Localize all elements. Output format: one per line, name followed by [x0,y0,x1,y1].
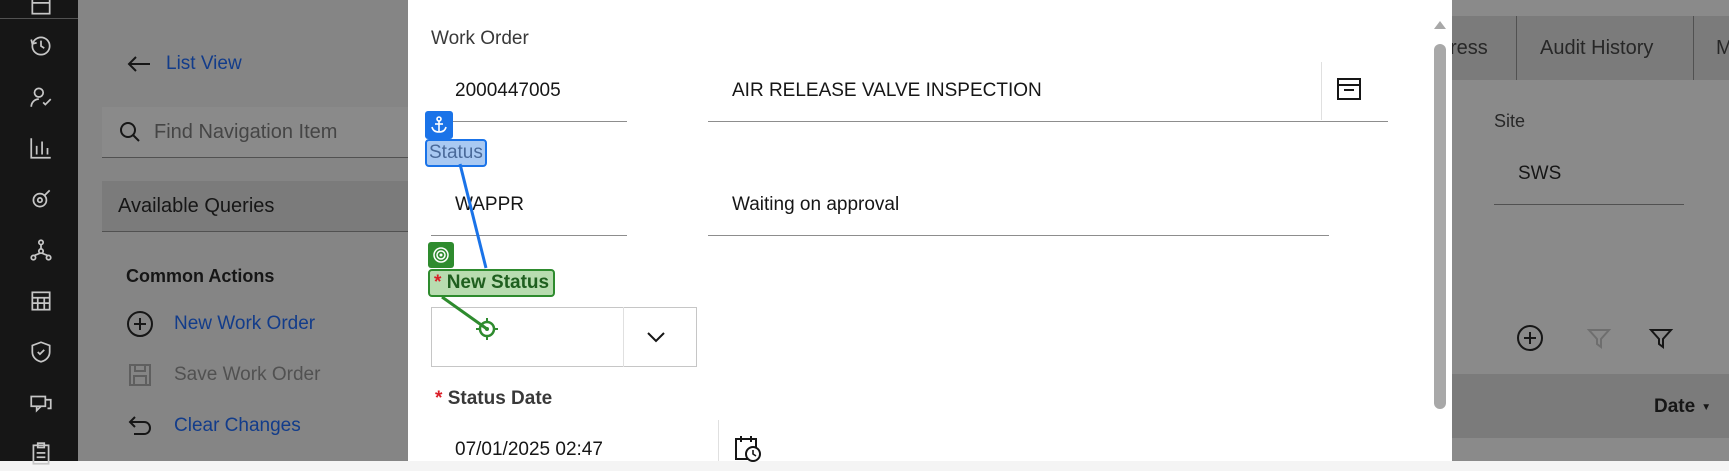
change-status-dialog: Work Order 2000447005 AIR RELEASE VALVE … [408,0,1452,464]
calendar-clock-icon[interactable] [733,434,763,464]
dialog-scrollbar[interactable] [1428,0,1452,461]
network-icon[interactable] [24,233,58,267]
chevron-up-icon[interactable] [1433,20,1447,30]
work-order-description-underline [708,121,1388,122]
chevron-down-icon[interactable] [644,325,668,349]
modal-overlay-right [1452,0,1729,461]
status-date-label: * Status Date [435,388,553,409]
rail-divider [0,18,78,19]
work-order-description: AIR RELEASE VALVE INSPECTION [732,80,1042,101]
bar-chart-icon[interactable] [24,131,58,165]
left-icon-rail [0,0,78,465]
scrollbar-thumb[interactable] [1434,44,1446,409]
date-divider [718,420,719,461]
history-icon[interactable] [24,29,58,63]
status-description: Waiting on approval [732,194,900,215]
person-check-icon[interactable] [24,80,58,114]
status-description-underline [708,235,1329,236]
status-date-input[interactable]: 07/01/2025 02:47 [455,439,603,461]
shield-check-icon[interactable] [24,335,58,369]
grid-calendar-icon[interactable] [24,284,58,318]
clipboard-icon[interactable] [24,437,58,471]
annotation-connectors [441,163,498,340]
select-divider [623,307,624,367]
archive-icon[interactable] [1335,75,1363,103]
chat-icon[interactable] [24,386,58,420]
field-divider [1321,62,1322,120]
modal-overlay-left [78,0,408,461]
satellite-icon[interactable] [24,182,58,216]
